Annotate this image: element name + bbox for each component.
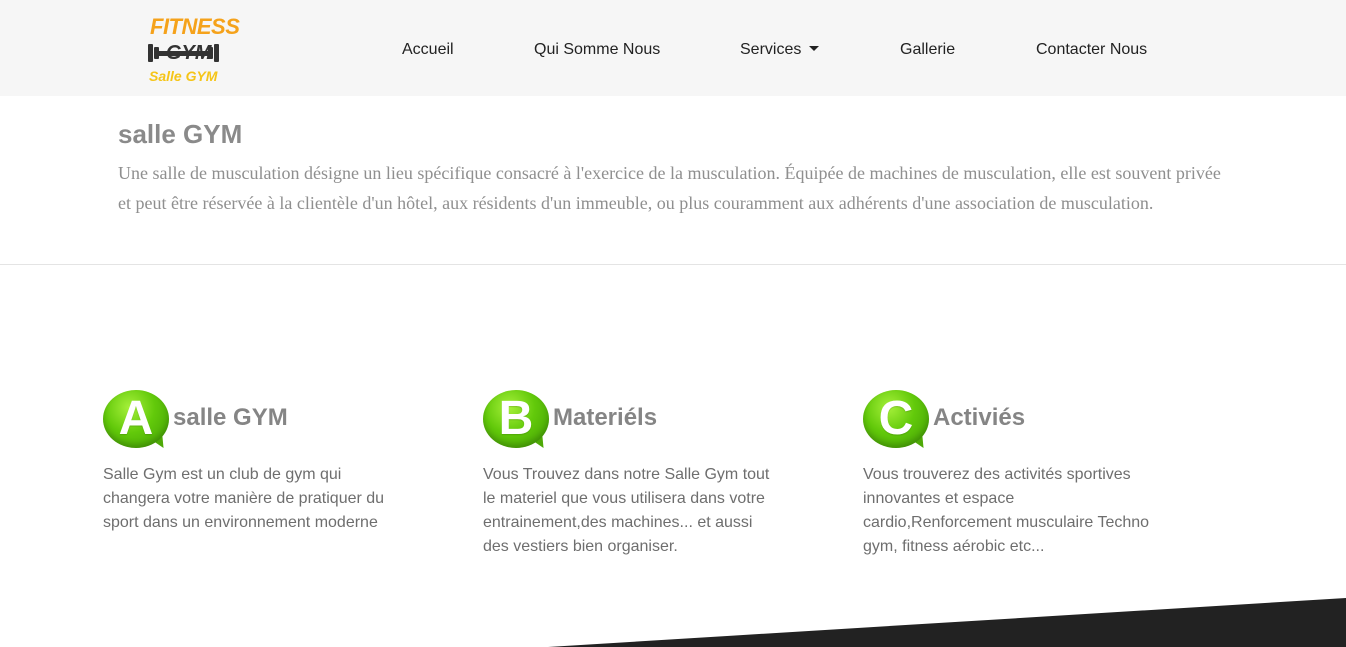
- nav-accueil[interactable]: Accueil: [402, 39, 454, 61]
- feature-title: salle GYM: [173, 404, 288, 431]
- top-navbar: FITNESS GYM Salle GYM Accueil Qui Somme …: [0, 0, 1346, 96]
- site-logo[interactable]: FITNESS GYM Salle GYM: [146, 14, 240, 86]
- caret-down-icon: [809, 46, 820, 52]
- nav-services[interactable]: Services: [740, 39, 820, 61]
- feature-title: Materiéls: [553, 404, 658, 431]
- nav-gallerie[interactable]: Gallerie: [900, 39, 955, 61]
- nav-contacter-nous[interactable]: Contacter Nous: [1036, 39, 1147, 61]
- badge-letter: B: [498, 392, 534, 445]
- intro-paragraph: Une salle de musculation désigne un lieu…: [118, 163, 1221, 213]
- nav-services-label: Services: [740, 41, 802, 58]
- feature-description: Vous Trouvez dans notre Salle Gym tout l…: [483, 466, 770, 555]
- letter-a-bubble-icon: A: [103, 390, 173, 454]
- badge-letter: A: [118, 392, 154, 445]
- page-title: salle GYM: [118, 119, 243, 149]
- feature-description: Salle Gym est un club de gym qui changer…: [103, 466, 385, 531]
- footer-diagonal-shape: [548, 598, 1346, 647]
- logo-fitness-text: FITNESS: [150, 14, 240, 39]
- letter-c-bubble-icon: C: [863, 390, 933, 454]
- badge-letter: C: [878, 392, 914, 445]
- feature-title: Activiés: [933, 404, 1026, 431]
- dumbbell-icon: GYM: [146, 41, 222, 65]
- letter-b-bubble-icon: B: [483, 390, 553, 454]
- section-divider: [0, 264, 1346, 265]
- logo-gym-text: GYM: [166, 42, 212, 64]
- feature-description: Vous trouverez des activités sportives i…: [863, 466, 1150, 555]
- nav-qui-somme-nous[interactable]: Qui Somme Nous: [534, 39, 660, 61]
- logo-subtitle: Salle GYM: [149, 68, 218, 84]
